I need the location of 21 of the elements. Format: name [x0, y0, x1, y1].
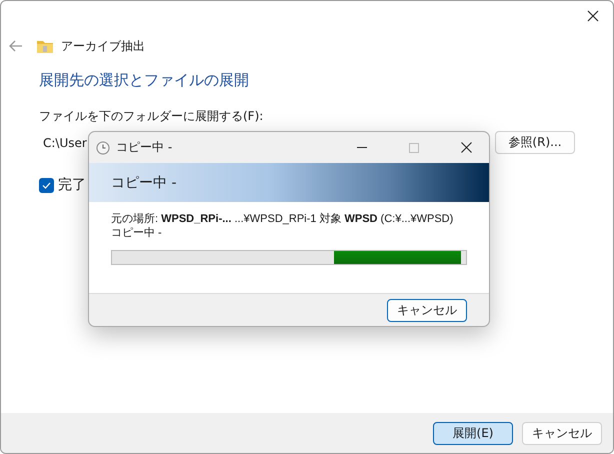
extract-button[interactable]: 展開(E) [433, 422, 513, 444]
clock-icon [96, 140, 110, 154]
show-files-checkbox[interactable] [39, 178, 54, 192]
cancel-button[interactable]: キャンセル [522, 422, 602, 444]
source-line: 元の場所: WPSD_RPi-... ...¥WPSD_RPi-1 対象 WPSD (C:¥...¥WPSD) [111, 212, 454, 226]
close-icon [587, 10, 599, 22]
minimize-icon [357, 147, 367, 148]
back-arrow-icon[interactable] [9, 40, 23, 52]
banner-text: コピー中 - [111, 174, 177, 192]
status-text: コピー中 - [111, 226, 162, 240]
page-heading: 展開先の選択とファイルの展開 [39, 71, 250, 90]
checkbox-label: 完了 [58, 176, 86, 194]
zip-folder-icon [37, 39, 53, 53]
cancel-button[interactable]: キャンセル [387, 298, 467, 322]
window-title: アーカイブ抽出 [61, 38, 145, 54]
dialog-title: コピー中 - [116, 139, 174, 156]
close-icon [460, 142, 472, 153]
browse-button[interactable]: 参照(R)... [495, 131, 575, 154]
folder-label: ファイルを下のフォルダーに展開する(F): [39, 108, 264, 125]
check-icon [42, 182, 51, 188]
maximize-icon [409, 142, 419, 152]
